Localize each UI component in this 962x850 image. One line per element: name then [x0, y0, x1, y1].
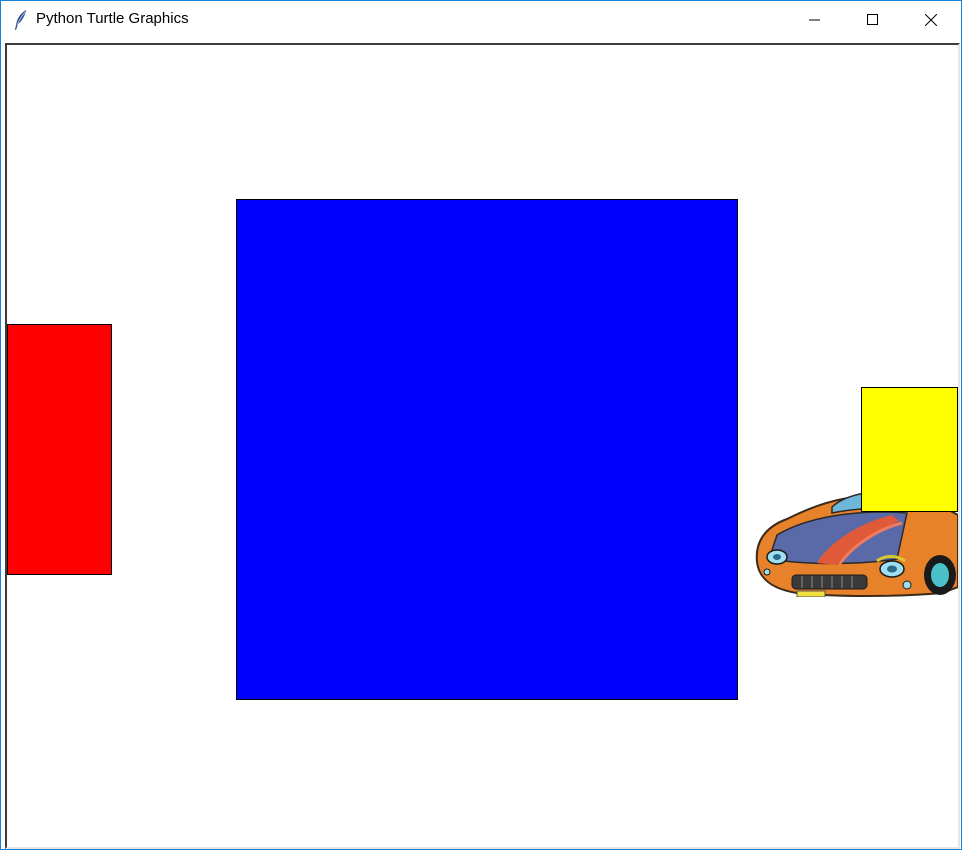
red-rectangle — [7, 324, 112, 575]
window-title: Python Turtle Graphics — [36, 10, 189, 27]
feather-icon — [13, 9, 29, 31]
minimize-button[interactable] — [792, 1, 838, 39]
maximize-icon — [867, 14, 878, 25]
close-icon — [925, 14, 937, 26]
turtle-window: Python Turtle Graphics — [0, 0, 962, 850]
close-button[interactable] — [908, 1, 954, 39]
turtle-canvas-frame — [5, 43, 960, 849]
title-bar[interactable]: Python Turtle Graphics — [1, 1, 961, 39]
maximize-button[interactable] — [850, 1, 896, 39]
blue-square — [236, 199, 738, 700]
turtle-canvas[interactable] — [7, 45, 958, 847]
yellow-rectangle — [861, 387, 958, 512]
minimize-icon — [809, 19, 820, 21]
